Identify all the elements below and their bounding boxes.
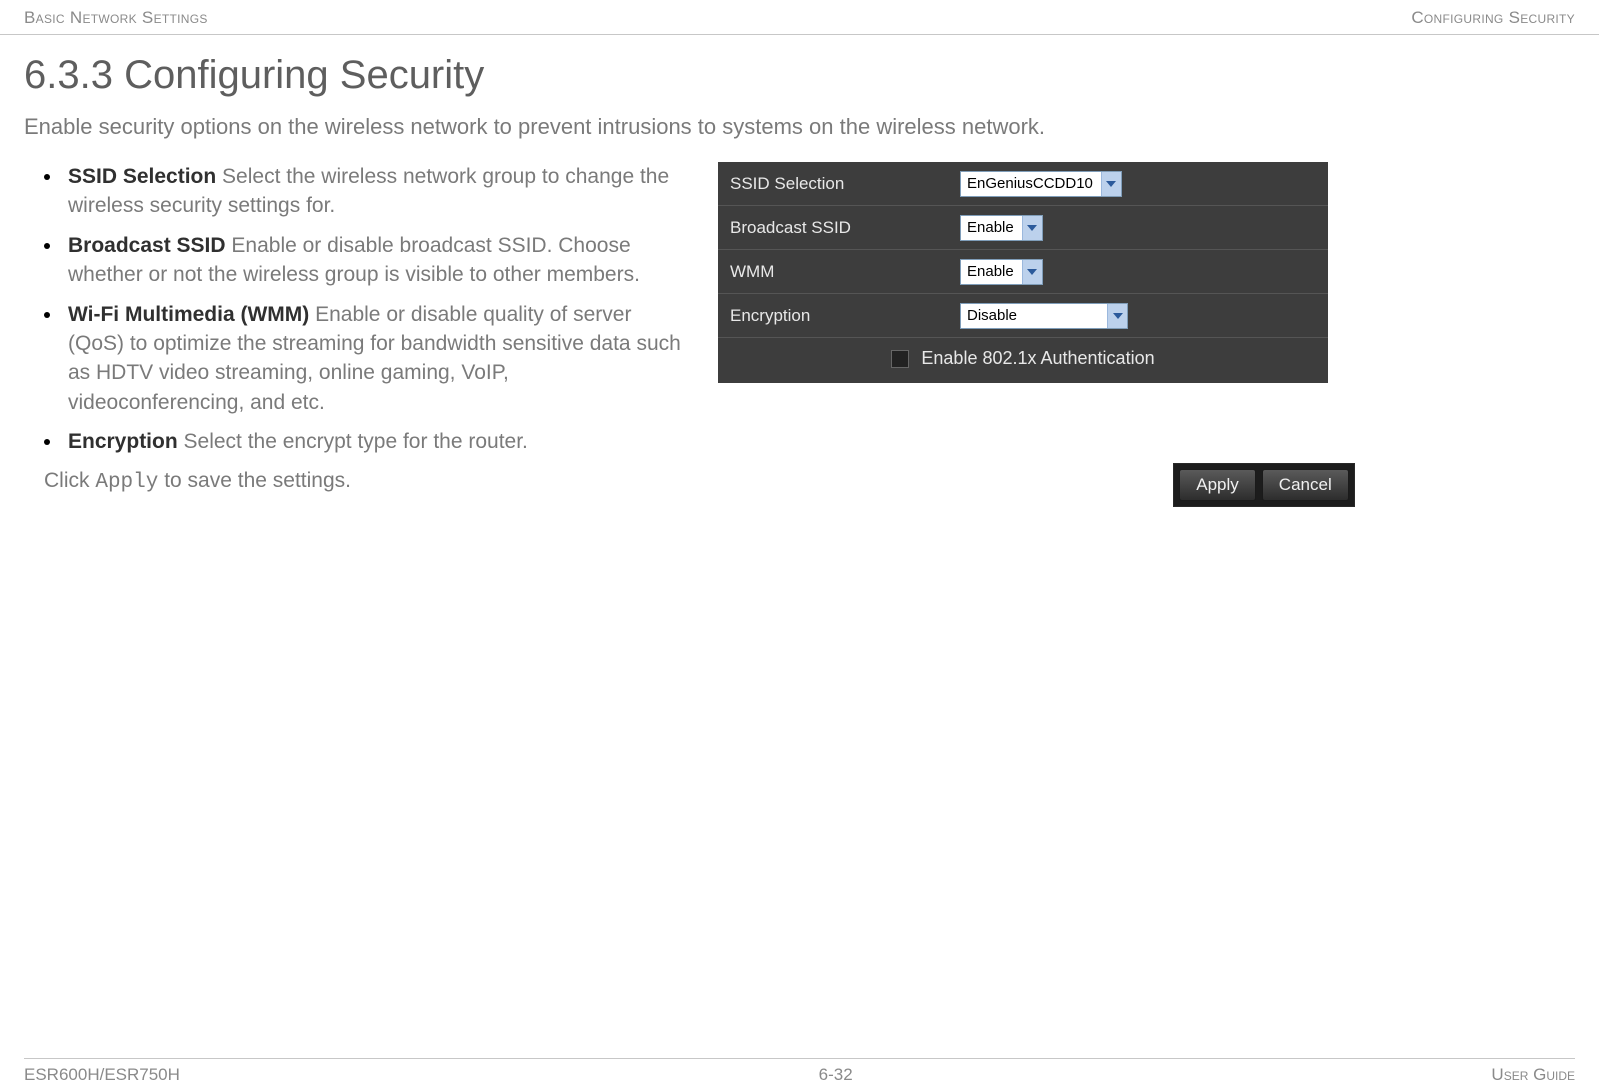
settings-panel: SSID Selection EnGeniusCCDD10 Broadcast … bbox=[718, 162, 1328, 383]
auth-row: Enable 802.1x Authentication bbox=[718, 338, 1328, 369]
wmm-label: WMM bbox=[730, 262, 960, 282]
wmm-select[interactable]: Enable bbox=[960, 259, 1043, 285]
bullet-list: SSID Selection Select the wireless netwo… bbox=[24, 162, 684, 457]
button-row: Apply Cancel bbox=[1173, 463, 1354, 507]
list-item: Wi-Fi Multimedia (WMM) Enable or disable… bbox=[50, 300, 684, 418]
broadcast-select[interactable]: Enable bbox=[960, 215, 1043, 241]
bullet-term: Encryption bbox=[68, 430, 178, 453]
bullet-term: Wi-Fi Multimedia (WMM) bbox=[68, 303, 309, 326]
list-item: Encryption Select the encrypt type for t… bbox=[50, 427, 684, 456]
chevron-down-icon bbox=[1107, 304, 1127, 328]
encryption-label: Encryption bbox=[730, 306, 960, 326]
ssid-select[interactable]: EnGeniusCCDD10 bbox=[960, 171, 1122, 197]
page-footer: ESR600H/ESR750H 6-32 User Guide bbox=[0, 1058, 1599, 1085]
panel-row-broadcast: Broadcast SSID Enable bbox=[718, 206, 1328, 250]
section-title: 6.3.3 Configuring Security bbox=[24, 53, 1575, 98]
footer-center: 6-32 bbox=[819, 1065, 853, 1085]
bullet-term: SSID Selection bbox=[68, 165, 216, 188]
wmm-select-value: Enable bbox=[961, 260, 1022, 284]
chevron-down-icon bbox=[1022, 216, 1042, 240]
list-item: SSID Selection Select the wireless netwo… bbox=[50, 162, 684, 221]
section-lead: Enable security options on the wireless … bbox=[24, 114, 1575, 140]
broadcast-select-value: Enable bbox=[961, 216, 1022, 240]
apply-note-pre: Click bbox=[44, 469, 95, 492]
apply-button[interactable]: Apply bbox=[1179, 469, 1256, 501]
cancel-button[interactable]: Cancel bbox=[1262, 469, 1349, 501]
encryption-select[interactable]: Disable bbox=[960, 303, 1128, 329]
ssid-label: SSID Selection bbox=[730, 174, 960, 194]
footer-left: ESR600H/ESR750H bbox=[24, 1065, 180, 1085]
bullet-term: Broadcast SSID bbox=[68, 234, 226, 257]
chevron-down-icon bbox=[1101, 172, 1121, 196]
bullet-desc: Select the encrypt type for the router. bbox=[178, 430, 528, 453]
list-item: Broadcast SSID Enable or disable broadca… bbox=[50, 231, 684, 290]
panel-row-encryption: Encryption Disable bbox=[718, 294, 1328, 338]
auth-label: Enable 802.1x Authentication bbox=[921, 348, 1154, 369]
auth-checkbox[interactable] bbox=[891, 350, 909, 368]
header-left: Basic Network Settings bbox=[24, 8, 208, 28]
panel-row-wmm: WMM Enable bbox=[718, 250, 1328, 294]
apply-note-post: to save the settings. bbox=[158, 469, 351, 492]
apply-note-code: Apply bbox=[95, 471, 158, 494]
encryption-select-value: Disable bbox=[961, 304, 1107, 328]
footer-right: User Guide bbox=[1491, 1065, 1575, 1085]
chevron-down-icon bbox=[1022, 260, 1042, 284]
ssid-select-value: EnGeniusCCDD10 bbox=[961, 172, 1101, 196]
header-right: Configuring Security bbox=[1411, 8, 1575, 28]
panel-row-ssid: SSID Selection EnGeniusCCDD10 bbox=[718, 162, 1328, 206]
bottom-rule bbox=[24, 1058, 1575, 1059]
apply-note: Click Apply to save the settings. bbox=[24, 469, 684, 494]
page-header: Basic Network Settings Configuring Secur… bbox=[0, 0, 1599, 34]
broadcast-label: Broadcast SSID bbox=[730, 218, 960, 238]
top-rule bbox=[0, 34, 1599, 35]
